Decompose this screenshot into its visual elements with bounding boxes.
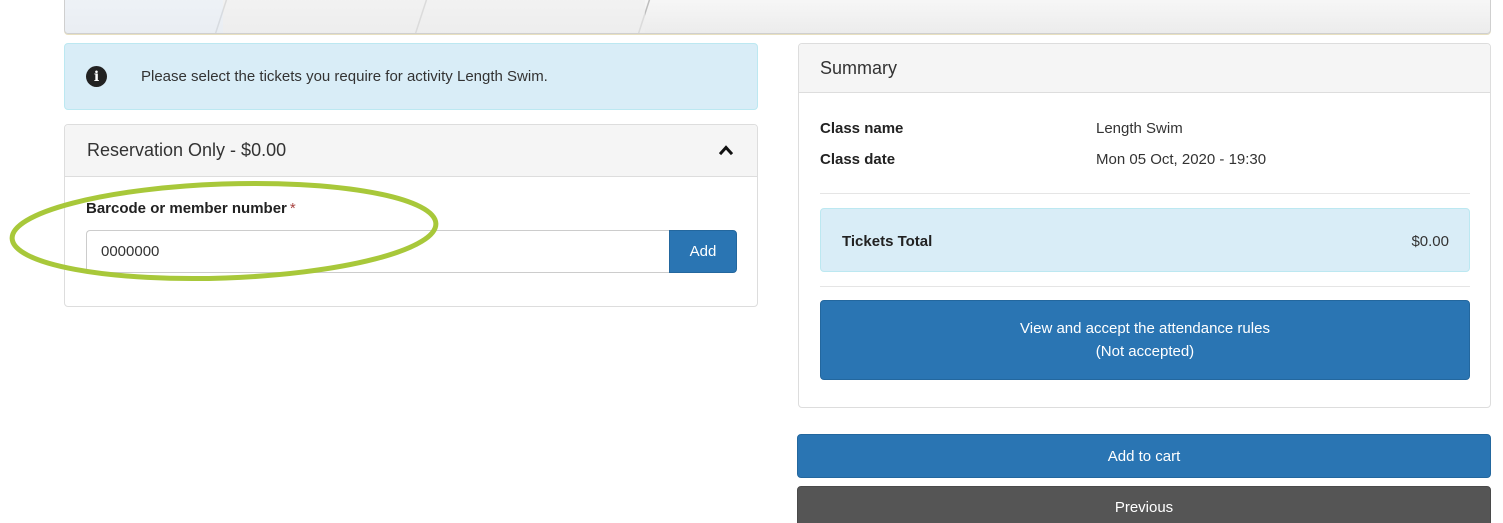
previous-button[interactable]: Previous	[797, 486, 1491, 523]
step-breadcrumb	[64, 0, 1491, 34]
barcode-label: Barcode or member number *	[86, 200, 296, 217]
attendance-rules-button[interactable]: View and accept the attendance rules (No…	[820, 300, 1470, 380]
tickets-total-box: Tickets Total $0.00	[820, 208, 1470, 272]
rules-button-text: View and accept the attendance rules	[1020, 320, 1270, 337]
summary-divider	[820, 193, 1470, 194]
tickets-total-label: Tickets Total	[842, 233, 933, 250]
summary-panel: Summary Class name Length Swim Class dat…	[798, 43, 1491, 408]
summary-header: Summary	[799, 44, 1490, 93]
class-date-label: Class date	[820, 151, 896, 168]
class-date-value: Mon 05 Oct, 2020 - 19:30	[1096, 151, 1267, 168]
ticket-panel-title: Reservation Only - $0.00	[87, 140, 287, 160]
barcode-label-text: Barcode or member number	[86, 200, 287, 217]
class-name-label: Class name	[820, 120, 904, 137]
tickets-total-value: $0.00	[1411, 233, 1449, 250]
add-to-cart-button[interactable]: Add to cart	[797, 434, 1491, 478]
summary-divider	[820, 286, 1470, 287]
rules-button-status: (Not accepted)	[1095, 343, 1195, 360]
chevron-up-icon[interactable]	[719, 143, 733, 157]
add-button[interactable]: Add	[669, 230, 737, 273]
barcode-input[interactable]	[86, 230, 669, 273]
ticket-panel: Reservation Only - $0.00 Barcode or memb…	[64, 124, 758, 307]
summary-title: Summary	[820, 57, 898, 78]
alert-message: Please select the tickets you require fo…	[141, 68, 548, 85]
required-marker: *	[289, 200, 296, 217]
step-dividers	[65, 0, 651, 33]
info-circle-icon: i	[86, 66, 107, 87]
ticket-panel-header[interactable]: Reservation Only - $0.00	[65, 125, 757, 177]
info-alert: i Please select the tickets you require …	[64, 43, 758, 110]
class-name-value: Length Swim	[1096, 120, 1183, 137]
